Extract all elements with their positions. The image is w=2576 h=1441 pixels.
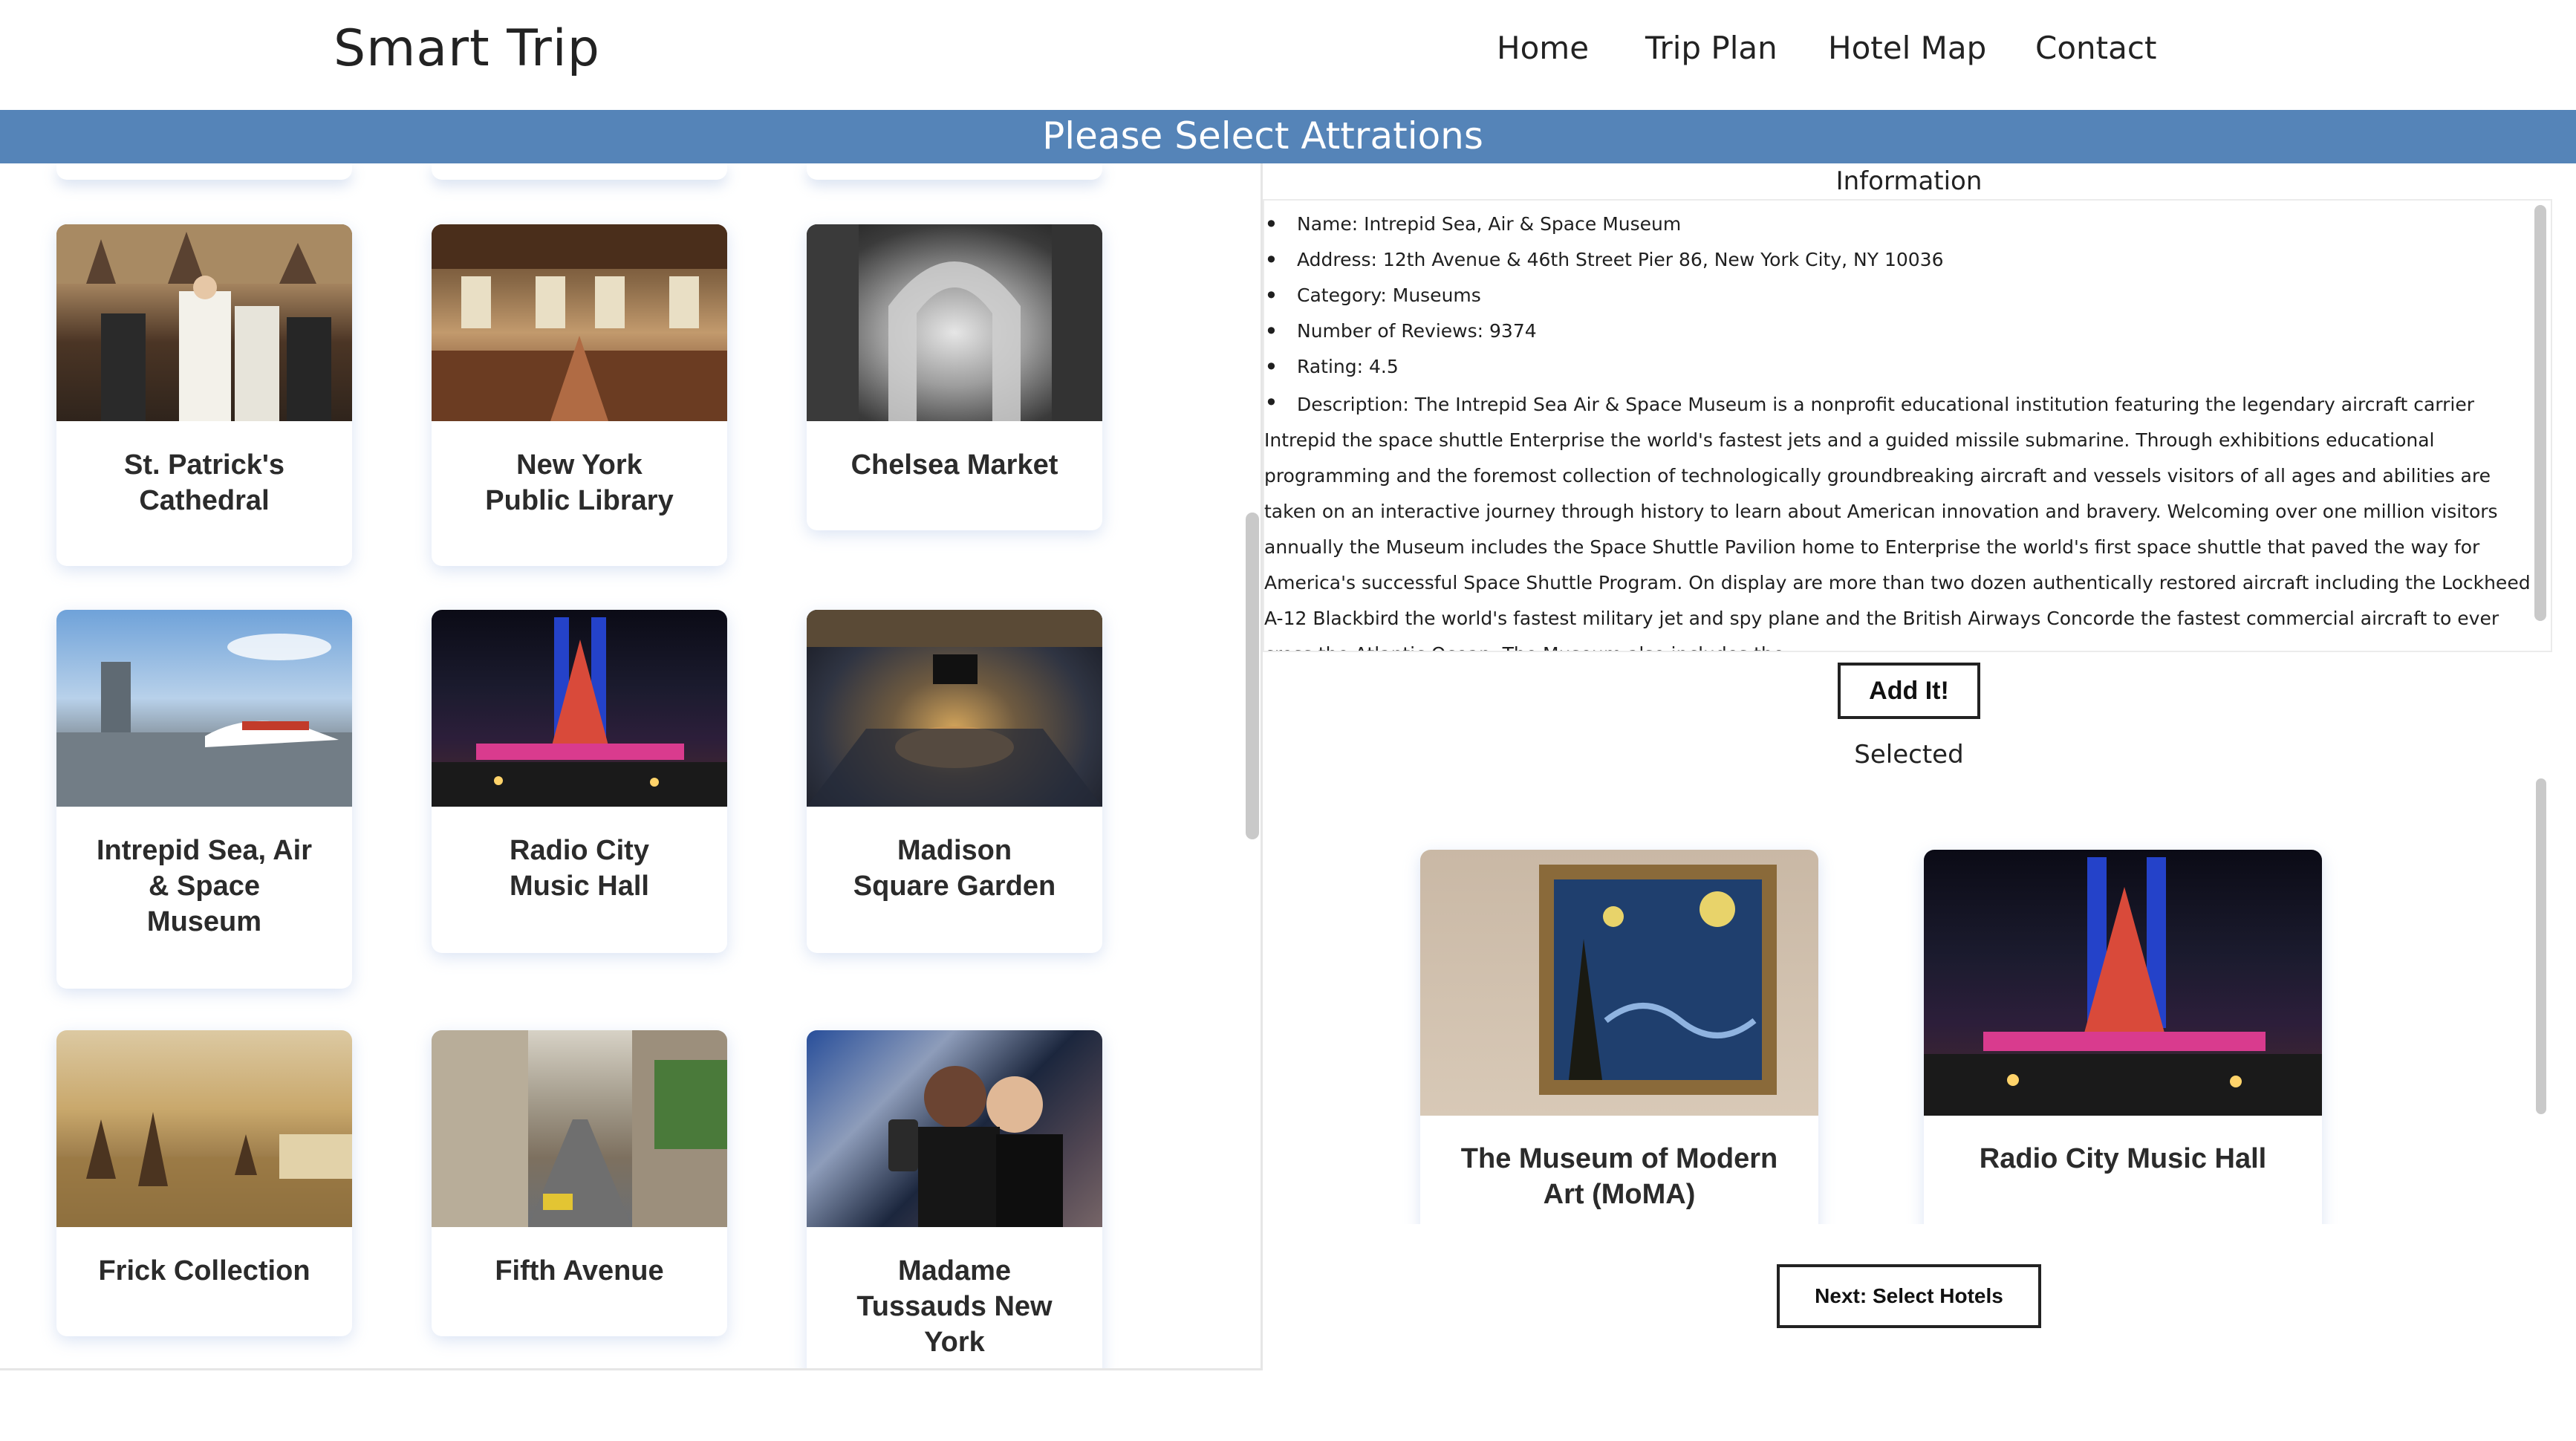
attraction-image	[807, 224, 1102, 421]
brand-logo[interactable]: Smart Trip	[334, 19, 600, 78]
attraction-card[interactable]: Madame Tussauds New York	[807, 1030, 1102, 1368]
madison-square-illustration	[807, 610, 1102, 807]
radio-city-illustration	[1924, 857, 2322, 1116]
selected-panel[interactable]: The Museum of Modern Art (MoMA) Radio Cit…	[1263, 778, 2552, 1224]
attraction-image	[432, 1030, 727, 1227]
attraction-label: Madison Square Garden	[853, 835, 1056, 902]
attraction-card[interactable]: Intrepid Sea, Air & Space Museum	[56, 610, 352, 989]
intrepid-illustration	[56, 634, 352, 807]
attraction-image	[56, 610, 352, 807]
info-description: • Description: The Intrepid Sea Air & Spa…	[1264, 385, 2531, 651]
attraction-card[interactable]: Chelsea Market	[807, 224, 1102, 530]
attraction-grid[interactable]: St. Patrick's Cathedral New York Public Li…	[0, 163, 1263, 1370]
starry-night-illustration	[1539, 865, 1777, 1095]
info-scrollbar[interactable]	[2534, 205, 2546, 621]
info-name: Name: Intrepid Sea, Air & Space Museum	[1264, 206, 2531, 242]
page-title: Please Select Attrations	[1042, 114, 1483, 157]
nav-home[interactable]: Home	[1497, 30, 1589, 74]
selected-card[interactable]: The Museum of Modern Art (MoMA)	[1420, 850, 1818, 1224]
page-banner: Please Select Attrations	[0, 110, 2576, 163]
attraction-label: New York Public Library	[485, 449, 674, 516]
nav-trip-plan[interactable]: Trip Plan	[1645, 30, 1777, 74]
attraction-image	[807, 1030, 1102, 1227]
card-stub	[807, 163, 1102, 180]
card-stub	[432, 163, 727, 180]
attraction-label: Frick Collection	[98, 1255, 310, 1287]
selected-label: Radio City Music Hall	[1979, 1143, 2267, 1174]
radio-city-illustration	[432, 617, 727, 807]
card-stub	[56, 163, 352, 180]
info-list: Name: Intrepid Sea, Air & Space Museum A…	[1264, 206, 2531, 651]
attraction-label: Intrepid Sea, Air & Space Museum	[97, 835, 312, 937]
chelsea-illustration	[807, 224, 1102, 421]
info-title: Information	[1835, 166, 1983, 196]
attraction-card[interactable]: Radio City Music Hall	[432, 610, 727, 953]
attraction-label: Radio City Music Hall	[510, 835, 649, 902]
selected-card[interactable]: Radio City Music Hall	[1924, 850, 2322, 1224]
selected-scrollbar[interactable]	[2536, 778, 2546, 1114]
fifth-avenue-illustration	[432, 1030, 727, 1227]
attraction-image	[56, 224, 352, 421]
attraction-scrollbar[interactable]	[1246, 513, 1259, 839]
frick-painting-illustration	[56, 1112, 352, 1227]
attraction-image	[56, 1030, 352, 1227]
info-address: Address: 12th Avenue & 46th Street Pier …	[1264, 242, 2531, 278]
selected-label: The Museum of Modern Art (MoMA)	[1460, 1143, 1778, 1210]
info-rating: Rating: 4.5	[1264, 349, 2531, 385]
info-category: Category: Museums	[1264, 278, 2531, 313]
attraction-label: Chelsea Market	[850, 449, 1058, 481]
selected-image	[1420, 850, 1818, 1116]
cathedral-illustration	[56, 224, 352, 421]
attraction-card[interactable]: Frick Collection	[56, 1030, 352, 1336]
attraction-image	[807, 610, 1102, 807]
attraction-label: Fifth Avenue	[495, 1255, 664, 1287]
selected-title: Selected	[1854, 740, 1964, 770]
attraction-image	[432, 224, 727, 421]
attraction-image	[432, 610, 727, 807]
info-reviews: Number of Reviews: 9374	[1264, 313, 2531, 349]
library-illustration	[432, 224, 727, 421]
attraction-card[interactable]: Madison Square Garden	[807, 610, 1102, 953]
bullet-icon: •	[1264, 388, 1278, 417]
next-select-hotels-button[interactable]: Next: Select Hotels	[1777, 1264, 2041, 1328]
attraction-card[interactable]: St. Patrick's Cathedral	[56, 224, 352, 566]
attraction-label: Madame Tussauds New York	[856, 1255, 1053, 1358]
attraction-label: St. Patrick's Cathedral	[123, 449, 285, 516]
nav-contact[interactable]: Contact	[2035, 30, 2156, 74]
attraction-card[interactable]: Fifth Avenue	[432, 1030, 727, 1336]
nav-hotel-map[interactable]: Hotel Map	[1828, 30, 1986, 74]
attraction-card[interactable]: New York Public Library	[432, 224, 727, 566]
selected-image	[1924, 850, 2322, 1116]
tussauds-illustration	[807, 1030, 1102, 1227]
info-panel[interactable]: Name: Intrepid Sea, Air & Space Museum A…	[1263, 199, 2552, 652]
add-it-button[interactable]: Add It!	[1838, 663, 1980, 719]
